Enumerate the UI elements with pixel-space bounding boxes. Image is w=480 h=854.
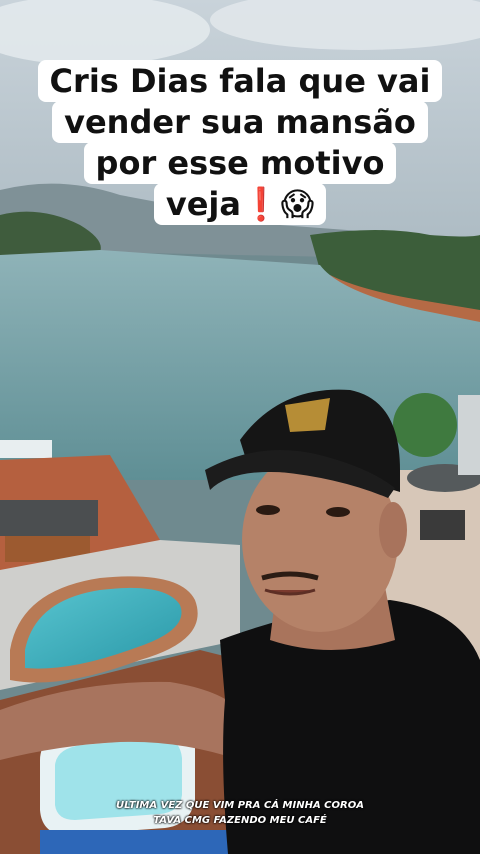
person-ear <box>379 502 407 558</box>
subtitle-line: TAVA CMG FAZENDO MEU CAFÉ <box>153 815 327 826</box>
blue-tarp <box>40 830 240 854</box>
deck-roof <box>0 500 98 536</box>
tree <box>393 393 457 457</box>
headline-caption: Cris Dias fala que vai vender sua mansão… <box>0 60 480 225</box>
person-eye <box>256 505 280 515</box>
caption-line: Cris Dias fala que vai <box>37 60 443 102</box>
person-mouth <box>264 588 316 596</box>
building-wall <box>458 395 480 475</box>
caption-line: por esse motivo <box>83 142 397 184</box>
person-eye <box>326 507 350 517</box>
caption-line: veja❗😱 <box>153 183 327 225</box>
table <box>420 510 465 540</box>
caption-line: vender sua mansão <box>52 101 428 143</box>
subtitle-line: ULTIMA VEZ QUE VIM PRA CÁ MINHA COROA <box>116 800 364 811</box>
boat <box>0 440 52 458</box>
